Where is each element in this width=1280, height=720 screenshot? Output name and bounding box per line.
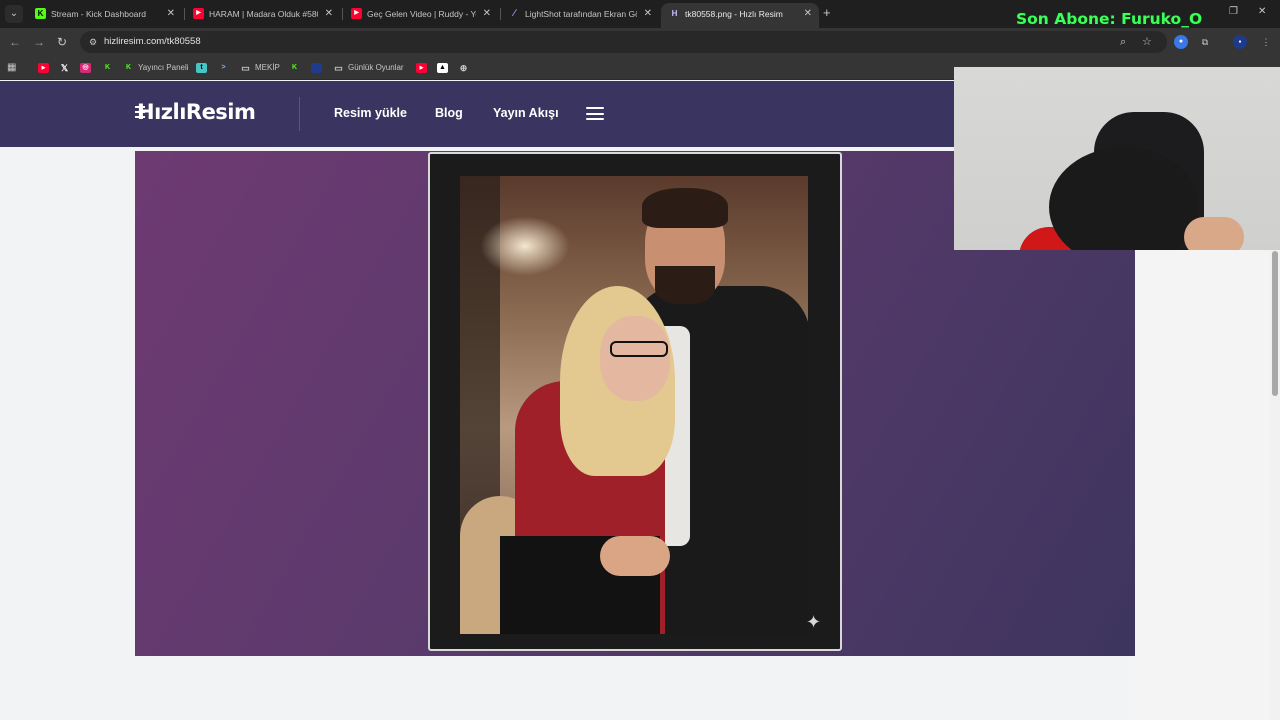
youtube-icon: ▶ <box>38 62 49 73</box>
bookmark-yayinci-paneli[interactable]: K Yayıncı Paneli <box>123 61 189 75</box>
hamburger-menu-icon[interactable] <box>586 107 604 120</box>
folder-icon: ▭ <box>334 62 343 73</box>
extension-icon[interactable]: ● <box>1174 35 1188 49</box>
scrollbar-thumb[interactable] <box>1272 251 1278 396</box>
bookmark-kick-2[interactable]: K <box>289 61 304 75</box>
bookmark-x[interactable]: 𝕏 <box>59 61 74 75</box>
webcam-person-face <box>1184 217 1244 250</box>
page-margin <box>1135 250 1270 720</box>
image-icon: ▲ <box>437 62 448 73</box>
tab-title: tk80558.png - Hızlı Resim <box>685 9 783 19</box>
photo-woman-head <box>600 316 670 401</box>
photo-woman-glasses <box>610 341 668 357</box>
nav-blog-link[interactable]: Blog <box>435 106 463 120</box>
instagram-icon: ◎ <box>80 62 91 73</box>
close-window-icon[interactable]: ✕ <box>1258 6 1266 17</box>
bookmark-terminal[interactable]: > <box>218 61 233 75</box>
lightshot-icon: ∕ <box>513 8 516 19</box>
new-tab-plus-icon[interactable]: + <box>823 5 831 21</box>
back-arrow-icon[interactable]: ← <box>9 34 21 50</box>
zoom-icon[interactable]: ⌕ <box>1120 35 1126 49</box>
logo-text: HızlıResim <box>137 100 256 124</box>
bookmark-youtube-2[interactable]: ▶ <box>416 61 431 75</box>
photo-hand <box>600 536 670 576</box>
terminal-icon: > <box>221 63 226 71</box>
url-text[interactable]: hizliresim.com/tk80558 <box>104 31 201 53</box>
kick-icon: K <box>125 63 132 71</box>
bookmark-label: Günlük Oyunlar <box>348 63 404 72</box>
tab-hizliresim[interactable]: H tk80558.png - Hızlı Resim ✕ <box>661 3 819 28</box>
address-bar[interactable]: ⚙ hizliresim.com/tk80558 ⌕ ☆ <box>80 31 1167 53</box>
tab-title: Stream - Kick Dashboard <box>51 9 146 19</box>
subscriber-alert: Son Abone: Furuko_O <box>1016 10 1203 28</box>
kick-icon: K <box>291 63 298 71</box>
photo-man-hair <box>642 188 728 228</box>
bookmark-instagram[interactable]: ◎ <box>80 61 95 75</box>
close-icon[interactable]: ✕ <box>804 3 812 25</box>
bookmark-globe[interactable]: ⊕ <box>458 61 473 75</box>
site-info-icon[interactable]: ⚙ <box>86 35 100 49</box>
tab-youtube-haram[interactable]: ▶ HARAM | Madara Olduk #580 - ✕ <box>185 3 340 25</box>
x-icon: 𝕏 <box>60 62 69 73</box>
restore-window-icon[interactable]: ❐ <box>1229 6 1238 17</box>
tab-search-button[interactable]: ⌄ <box>5 5 23 23</box>
forward-arrow-icon[interactable]: → <box>33 34 45 50</box>
bookmark-folder-mekip[interactable]: ▭ MEKİP <box>240 61 280 75</box>
sparkle-icon: ✦ <box>806 612 822 632</box>
kick-icon: K <box>35 8 46 19</box>
close-icon[interactable]: ✕ <box>644 3 652 25</box>
apps-grid-icon[interactable]: ▦ <box>7 61 16 75</box>
folder-icon: ▭ <box>241 62 250 73</box>
bookmark-folder-gunluk-oyunlar[interactable]: ▭ Günlük Oyunlar <box>333 61 404 75</box>
header-divider <box>299 97 300 131</box>
menu-kebab-icon[interactable]: ⋮ <box>1259 35 1273 49</box>
close-icon[interactable]: ✕ <box>167 3 175 25</box>
bookmark-kick[interactable]: K <box>102 61 117 75</box>
speed-lines-icon <box>135 106 145 108</box>
extensions-puzzle-icon[interactable]: ⧉ <box>1198 35 1212 49</box>
bookmark-tool[interactable]: t <box>196 61 211 75</box>
nav-feed-link[interactable]: Yayın Akışı <box>493 106 559 120</box>
tab-lightshot[interactable]: ∕ LightShot tarafından Ekran Gör ✕ <box>501 3 659 25</box>
kick-icon: K <box>104 63 111 71</box>
bookmark-image[interactable]: ▲ <box>437 61 452 75</box>
tab-title: Geç Gelen Video | Ruddy - You <box>367 9 476 19</box>
uploaded-photo[interactable] <box>460 176 808 634</box>
bookmark-app[interactable] <box>311 61 326 75</box>
youtube-icon: ▶ <box>416 62 427 73</box>
photo-man-beard <box>655 266 715 304</box>
bookmark-youtube[interactable]: ▶ <box>38 61 53 75</box>
browser-toolbar: ← → ↻ ⚙ hizliresim.com/tk80558 ⌕ ☆ ● ⧉ ●… <box>0 28 1280 56</box>
nav-upload-link[interactable]: Resim yükle <box>334 106 407 120</box>
tab-youtube-ruddy[interactable]: ▶ Geç Gelen Video | Ruddy - You ✕ <box>343 3 498 25</box>
close-icon[interactable]: ✕ <box>325 3 333 25</box>
hizliresim-icon: H <box>671 9 678 18</box>
profile-avatar[interactable]: ● <box>1233 35 1247 49</box>
globe-icon: ⊕ <box>459 62 468 73</box>
youtube-icon: ▶ <box>193 8 204 19</box>
bookmark-star-icon[interactable]: ☆ <box>1142 35 1152 49</box>
site-logo[interactable]: HızlıResim <box>135 100 256 124</box>
webcam-overlay <box>954 67 1280 250</box>
app-icon <box>311 62 322 73</box>
tab-kick-dashboard[interactable]: K Stream - Kick Dashboard ✕ <box>27 3 182 25</box>
photo-light <box>480 216 570 276</box>
bookmark-label: Yayıncı Paneli <box>138 63 189 72</box>
tab-title: HARAM | Madara Olduk #580 - <box>209 9 318 19</box>
reload-icon[interactable]: ↻ <box>57 34 67 50</box>
close-icon[interactable]: ✕ <box>483 3 491 25</box>
bookmark-label: MEKİP <box>255 63 280 72</box>
image-frame: ✦ <box>428 152 842 651</box>
tab-title: LightShot tarafından Ekran Gör <box>525 9 637 19</box>
tool-icon: t <box>196 62 207 73</box>
youtube-icon: ▶ <box>351 8 362 19</box>
